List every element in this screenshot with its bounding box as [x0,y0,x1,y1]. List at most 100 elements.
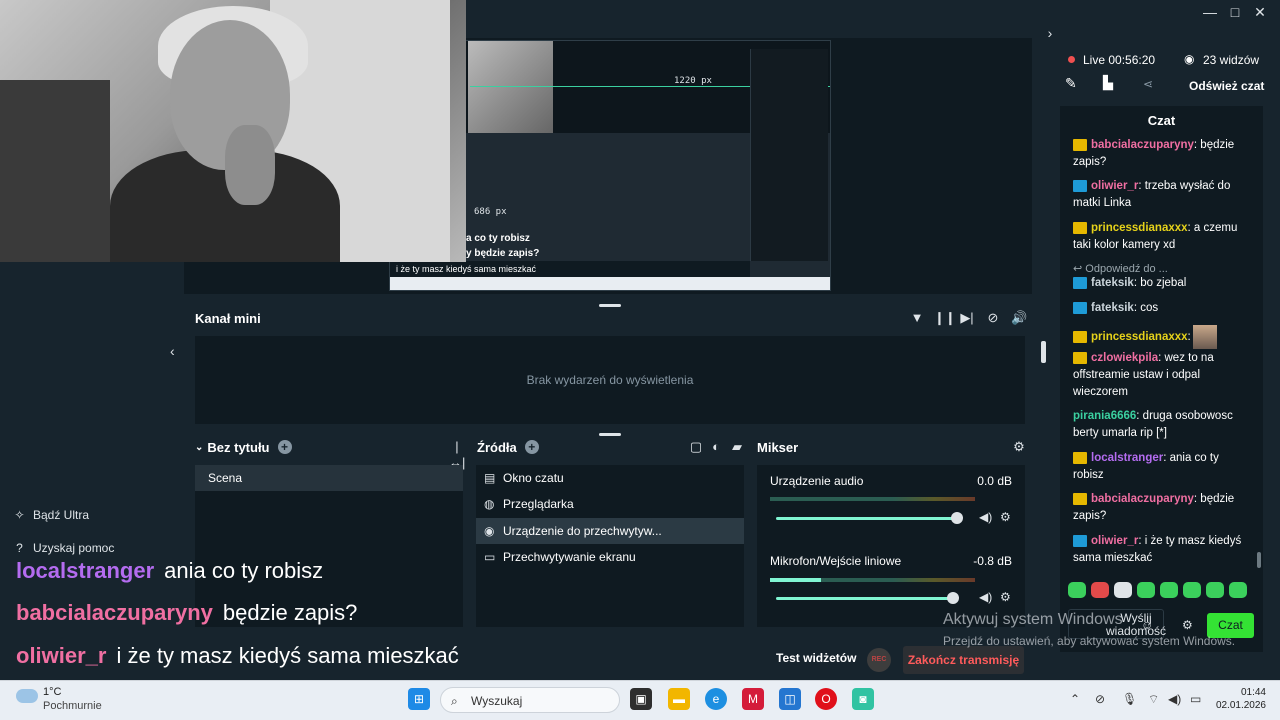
kanal-mini-title: Kanał mini [195,310,261,326]
nav-item-label: Bądź Ultra [33,507,90,522]
end-stream-button[interactable]: Zakończ transmisję [903,646,1024,674]
gear-icon[interactable]: ⚙ [1011,439,1027,455]
file-explorer-icon[interactable]: ▬ [668,688,690,710]
test-widgets-button[interactable]: Test widżetów [776,651,856,665]
windows-activation-title: Aktywuj system Windows [943,611,1123,628]
crown-badge-icon [1073,351,1087,364]
source-item[interactable]: ▭ Przechwytywanie ekranu [476,544,744,570]
resize-handle[interactable] [599,433,621,436]
chat-username[interactable]: czlowiekpila [1091,352,1158,364]
add-source-icon[interactable]: + [524,440,539,454]
pause-icon[interactable]: ❙❙ [934,310,956,326]
chevron-up-icon[interactable]: ⌃ [1070,692,1080,706]
speaker-icon[interactable]: ◀) [979,510,992,524]
chat-username[interactable]: localstranger [1091,452,1163,464]
opera-icon[interactable]: O [815,688,837,710]
chat-message: czlowiekpila: wez to na offstreamie usta… [1073,350,1243,401]
emote-icon[interactable] [1114,582,1132,598]
group-icon[interactable]: ◐ [708,439,724,455]
chat-username[interactable]: oliwier_r [1091,180,1138,192]
store-icon[interactable]: ◫ [779,688,801,710]
emote-icon[interactable] [1160,582,1178,598]
emote-icon[interactable] [1229,582,1247,598]
transition-icon[interactable]: |↔| [449,439,465,470]
weather-temp[interactable]: 1°C [43,686,61,698]
search-icon: ⌕ [451,694,458,708]
mcafee-icon[interactable]: M [742,688,764,710]
speaker-icon[interactable]: ◀) [1168,692,1181,706]
overlay-chat-message: localstranger ania co ty robisz [16,558,323,584]
emoji-icon[interactable]: ☺ [1141,618,1153,632]
streamlabs-icon[interactable]: ◙ [852,688,874,710]
filter-icon[interactable]: ▼ [909,310,925,326]
task-view-icon[interactable]: ▣ [630,688,652,710]
speaker-icon[interactable]: ◀) [979,590,992,604]
chat-username[interactable]: princessdianaxxx [1091,222,1188,234]
selective-recording-icon[interactable]: ▢ [688,439,704,455]
chat-username[interactable]: babcialaczuparyny [1091,493,1194,505]
help-icon: ? [16,540,23,555]
folder-icon[interactable]: ▰ [729,439,745,455]
skip-icon[interactable]: ▶| [959,310,975,326]
chevron-right-icon[interactable]: › [1038,23,1062,43]
network-off-icon[interactable]: ⊘ [1095,692,1105,706]
taskbar-search[interactable]: ⌕ Wyszukaj [440,687,620,713]
refresh-chat-button[interactable]: Odśwież czat [1189,79,1264,93]
chat-username[interactable]: oliwier_r [1091,535,1138,547]
gear-icon[interactable]: ⚙ [1000,590,1011,604]
source-item[interactable]: ▤ Okno czatu [476,465,744,491]
close-button[interactable]: ✕ [1248,2,1272,22]
maximize-button[interactable]: □ [1223,2,1247,22]
scene-collection-title[interactable]: Bez tytułu [207,440,269,455]
nav-item-help[interactable]: ? Uzyskaj pomoc [12,540,114,555]
cloud-icon[interactable] [16,689,38,703]
weather-desc[interactable]: Pochmurnie [43,700,102,712]
crown-badge-icon [1073,221,1087,234]
audio-meter [770,578,975,582]
overlay-chat-text: ania co ty robisz [164,558,324,583]
taskbar-clock[interactable]: 01:44 02.01.2026 [1212,686,1266,712]
chat-username[interactable]: babcialaczuparyny [1091,139,1194,151]
collapse-arrow-icon[interactable]: ‹ [170,343,175,359]
source-item[interactable]: ◉ Urządzenie do przechwytyw... [476,518,744,544]
search-placeholder: Wyszukaj [471,694,523,708]
chat-message: localstranger: ania co ty robisz [1073,450,1243,484]
add-scene-icon[interactable]: + [277,440,292,454]
emote-icon[interactable] [1183,582,1201,598]
volume-slider[interactable] [776,517,956,520]
volume-icon[interactable]: 🔊 [1011,310,1027,326]
chat-username[interactable]: princessdianaxxx [1091,331,1188,343]
chat-username[interactable]: fateksik [1091,302,1134,314]
microphone-icon[interactable]: 🎙 [1122,692,1137,706]
chat-message: babcialaczuparyny: będzie zapis? [1073,137,1243,171]
chat-username[interactable]: pirania6666 [1073,410,1136,422]
share-icon[interactable]: ⋖ [1143,77,1153,91]
chevron-down-icon[interactable]: ⌄ [195,442,203,453]
resize-handle[interactable] [599,304,621,307]
scrollbar[interactable] [1041,341,1046,363]
scene-item[interactable]: Scena [195,465,463,491]
battery-icon[interactable]: ▭ [1190,692,1201,706]
volume-slider-knob[interactable] [947,592,959,604]
emote-icon[interactable] [1137,582,1155,598]
nav-item-ultra[interactable]: ✧ Bądź Ultra [12,507,89,522]
mute-alerts-icon[interactable]: ⊘ [985,310,1001,326]
chat-scrollbar[interactable] [1257,552,1261,568]
emote-icon[interactable] [1206,582,1224,598]
pencil-icon[interactable]: ✎ [1065,75,1077,92]
gear-icon[interactable]: ⚙ [1000,510,1011,524]
gear-icon[interactable]: ⚙ [1182,618,1193,632]
windows-start-icon[interactable]: ⊞ [408,688,430,710]
volume-slider-knob[interactable] [951,512,963,524]
source-item[interactable]: ◍ Przeglądarka [476,491,744,517]
popout-icon[interactable]: ▙ [1103,75,1113,91]
emote-icon[interactable] [1091,582,1109,598]
source-label: Przeglądarka [503,497,574,511]
edge-icon[interactable]: e [705,688,727,710]
wifi-icon[interactable]: ⌔ [1148,692,1159,707]
minimize-button[interactable]: — [1198,2,1222,22]
emote-icon[interactable] [1068,582,1086,598]
record-button[interactable]: REC [867,648,891,672]
chat-username[interactable]: fateksik [1091,277,1134,289]
volume-slider[interactable] [776,597,952,600]
